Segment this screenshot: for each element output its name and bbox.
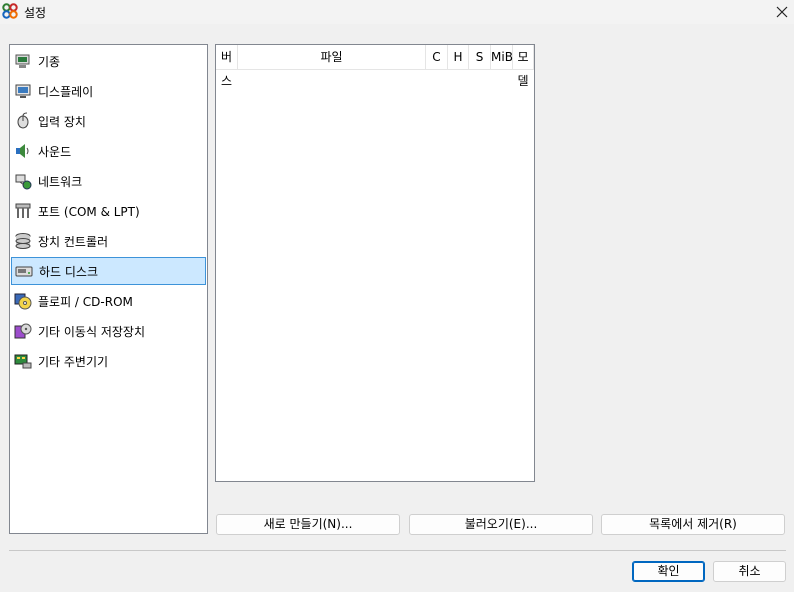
existing-disk-button[interactable]: 불러오기(E)...: [409, 514, 593, 535]
new-disk-button[interactable]: 새로 만들기(N)...: [216, 514, 400, 535]
category-label: 하드 디스크: [39, 264, 99, 279]
column-header-cylinders[interactable]: C: [426, 45, 448, 69]
hard-disk-icon: [15, 266, 33, 277]
category-machine[interactable]: 기종: [11, 47, 206, 75]
column-header-heads[interactable]: H: [448, 45, 469, 69]
network-icon: [15, 174, 32, 190]
category-storage-controllers[interactable]: 장치 컨트롤러: [11, 227, 206, 255]
category-display[interactable]: 디스플레이: [11, 77, 206, 105]
remove-disk-button[interactable]: 목록에서 제거(R): [601, 514, 785, 535]
column-header-file[interactable]: 파일: [238, 45, 426, 69]
column-header-model[interactable]: 모델: [513, 45, 534, 88]
category-label: 입력 장치: [38, 114, 86, 129]
category-label: 장치 컨트롤러: [38, 234, 109, 249]
divider: [9, 550, 786, 551]
category-label: 기타 주변기기: [38, 354, 109, 369]
category-list[interactable]: 기종 디스플레이 입력 장치 사운드 네트워크 포트 (COM & LPT) 장…: [9, 44, 208, 534]
ok-button[interactable]: 확인: [632, 561, 705, 582]
category-label: 네트워크: [38, 174, 83, 189]
removable-storage-icon: [14, 323, 32, 339]
title-bar: 설정: [0, 0, 794, 24]
floppy-cdrom-icon: [14, 293, 32, 310]
column-header-mib[interactable]: MiB: [491, 45, 513, 69]
machine-icon: [15, 54, 30, 68]
port-icon: [15, 203, 31, 218]
category-removable-storage[interactable]: 기타 이동식 저장장치: [11, 317, 206, 345]
column-header-bus[interactable]: 버스: [216, 45, 238, 88]
category-label: 디스플레이: [38, 84, 94, 99]
category-label: 기종: [38, 54, 61, 69]
window-title: 설정: [24, 6, 47, 20]
column-header-sectors[interactable]: S: [469, 45, 491, 69]
close-button[interactable]: [770, 0, 794, 24]
category-network[interactable]: 네트워크: [11, 167, 206, 195]
category-label: 기타 이동식 저장장치: [38, 324, 145, 339]
table-header: 버스 파일 C H S MiB 모델: [216, 45, 534, 88]
category-ports[interactable]: 포트 (COM & LPT): [11, 197, 206, 225]
category-label: 플로피 / CD-ROM: [38, 294, 133, 309]
hard-disk-table[interactable]: 버스 파일 C H S MiB 모델: [215, 44, 535, 482]
input-device-icon: [17, 112, 29, 129]
storage-controller-icon: [15, 233, 31, 249]
peripherals-icon: [14, 354, 32, 369]
category-hard-disks[interactable]: 하드 디스크: [11, 257, 206, 285]
close-icon: [776, 6, 788, 18]
app-icon: [2, 3, 18, 19]
cancel-button[interactable]: 취소: [713, 561, 786, 582]
category-other-peripherals[interactable]: 기타 주변기기: [11, 347, 206, 375]
category-label: 포트 (COM & LPT): [38, 204, 140, 219]
category-label: 사운드: [38, 144, 72, 159]
display-icon: [15, 84, 31, 98]
category-input-devices[interactable]: 입력 장치: [11, 107, 206, 135]
sound-icon: [16, 144, 29, 158]
category-floppy-cdrom[interactable]: 플로피 / CD-ROM: [11, 287, 206, 315]
category-sound[interactable]: 사운드: [11, 137, 206, 165]
